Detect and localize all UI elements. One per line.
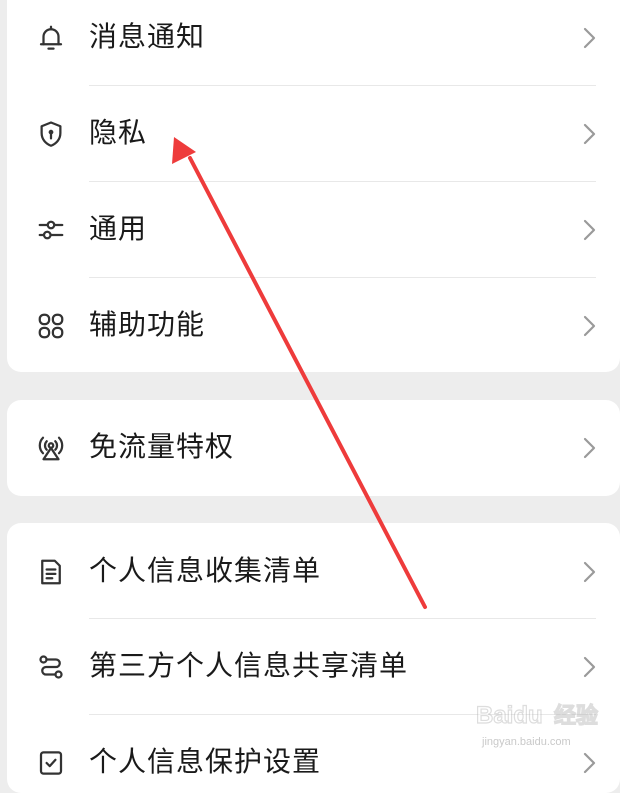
menu-item-general[interactable]: 通用 — [7, 182, 620, 277]
menu-item-label: 通用 — [89, 212, 148, 245]
sliders-icon — [36, 215, 66, 245]
chevron-right-icon — [579, 558, 599, 586]
menu-item-free-data[interactable]: 免流量特权 — [7, 400, 620, 495]
chevron-right-icon — [579, 120, 599, 148]
menu-item-label: 个人信息收集清单 — [89, 554, 322, 587]
chevron-right-icon — [579, 216, 599, 244]
settings-group-general: 消息通知 隐私 通用 辅助功能 — [7, 0, 620, 372]
document-list-icon — [36, 557, 66, 587]
baidu-jingyan-watermark: Baidu 经验 jingyan.baidu.com — [474, 693, 620, 753]
watermark-product: 经验 — [554, 703, 598, 729]
bell-icon — [36, 23, 66, 53]
watermark-brand: Baidu — [476, 702, 543, 729]
chevron-right-icon — [579, 24, 599, 52]
share-flow-icon — [36, 652, 66, 682]
chevron-right-icon — [579, 749, 599, 777]
menu-item-label: 消息通知 — [89, 20, 206, 53]
menu-item-label: 个人信息保护设置 — [89, 745, 322, 778]
signal-tower-icon — [36, 433, 66, 463]
menu-item-label: 辅助功能 — [89, 308, 206, 341]
shield-lock-icon — [36, 119, 66, 149]
check-shield-icon — [36, 748, 66, 778]
chevron-right-icon — [579, 312, 599, 340]
settings-group-data: 免流量特权 — [7, 400, 620, 496]
chevron-right-icon — [579, 434, 599, 462]
chevron-right-icon — [579, 653, 599, 681]
grid-icon — [36, 311, 66, 341]
menu-item-info-collection-list[interactable]: 个人信息收集清单 — [7, 524, 620, 619]
menu-item-label: 免流量特权 — [89, 430, 235, 463]
menu-item-privacy[interactable]: 隐私 — [7, 86, 620, 181]
menu-item-label: 第三方个人信息共享清单 — [89, 649, 409, 682]
menu-item-label: 隐私 — [89, 116, 148, 149]
menu-item-accessibility[interactable]: 辅助功能 — [7, 278, 620, 372]
watermark-site: jingyan.baidu.com — [481, 736, 571, 748]
menu-item-notifications[interactable]: 消息通知 — [7, 0, 620, 85]
